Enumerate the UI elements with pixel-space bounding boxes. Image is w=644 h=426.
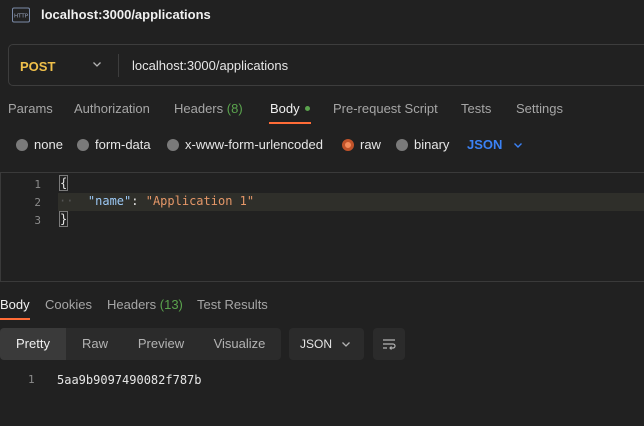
line-number: 2 <box>34 196 41 209</box>
body-indicator-dot <box>304 106 310 112</box>
radio-urlencoded[interactable]: x-www-form-urlencoded <box>167 137 323 152</box>
resp-tab-headers[interactable]: Headers (13) <box>107 297 183 312</box>
body-editor[interactable]: 1 2 3 { ·· "name": "Application 1" } <box>0 172 644 282</box>
json-value: "Application 1" <box>145 194 255 208</box>
radio-raw-label: raw <box>360 137 381 152</box>
json-key: "name" <box>87 194 132 208</box>
wrap-lines-icon <box>383 339 396 350</box>
view-preview-button[interactable]: Preview <box>124 328 198 360</box>
active-tab-underline <box>269 122 311 124</box>
radio-urlencoded-label: x-www-form-urlencoded <box>185 137 323 152</box>
wrap-lines-button[interactable] <box>373 328 405 360</box>
resp-tab-headers-count: (13) <box>159 297 183 312</box>
body-format-select[interactable]: JSON <box>467 137 502 152</box>
http-icon-label: HTTP <box>14 14 29 20</box>
response-line-number: 1 <box>28 373 35 386</box>
radio-binary[interactable]: binary <box>396 137 449 152</box>
radio-none[interactable]: none <box>16 137 63 152</box>
line-number: 3 <box>34 214 41 227</box>
chevron-down-icon <box>342 342 350 347</box>
brace-open: { <box>59 175 69 191</box>
tab-settings[interactable]: Settings <box>516 101 563 116</box>
radio-dot <box>77 138 89 151</box>
tab-pre-request-script[interactable]: Pre-request Script <box>333 101 438 116</box>
tab-headers[interactable]: Headers (8) <box>174 101 243 116</box>
radio-dot <box>16 138 28 151</box>
radio-dot <box>167 138 179 151</box>
window-titlebar: HTTP localhost:3000/applications <box>0 0 644 30</box>
tab-params[interactable]: Params <box>8 101 53 116</box>
url-divider <box>118 54 119 77</box>
tab-headers-label: Headers <box>174 101 224 116</box>
radio-none-label: none <box>34 137 63 152</box>
response-view-toggle: Pretty Raw Preview Visualize <box>0 328 281 360</box>
chevron-down-icon[interactable] <box>91 58 103 70</box>
response-format-label: JSON <box>300 337 333 351</box>
response-value: 5aa9b9097490082f787b <box>57 373 202 387</box>
method-select[interactable]: POST <box>20 59 55 74</box>
radio-binary-label: binary <box>414 137 450 152</box>
view-pretty-button[interactable]: Pretty <box>0 328 66 360</box>
radio-form-data[interactable]: form-data <box>77 137 151 152</box>
resp-tab-body[interactable]: Body <box>0 297 30 312</box>
radio-dot-selected <box>342 138 354 151</box>
http-icon: HTTP <box>12 7 30 23</box>
view-raw-button[interactable]: Raw <box>66 328 124 360</box>
tab-authorization[interactable]: Authorization <box>74 101 150 116</box>
tab-body[interactable]: Body <box>270 101 310 116</box>
url-input[interactable]: localhost:3000/applications <box>132 58 288 73</box>
radio-form-data-label: form-data <box>95 137 151 152</box>
tab-title: localhost:3000/applications <box>41 7 211 22</box>
radio-dot <box>396 138 408 151</box>
code-line-3: } <box>59 211 69 227</box>
response-format-select[interactable]: JSON <box>289 328 364 360</box>
code-line-1: { <box>59 175 69 191</box>
indent-guide: ·· <box>59 194 74 208</box>
line-number: 1 <box>34 178 41 191</box>
resp-tab-test-results[interactable]: Test Results <box>197 297 268 312</box>
resp-tab-cookies[interactable]: Cookies <box>45 297 92 312</box>
active-resp-tab-underline <box>0 318 30 320</box>
chevron-down-icon[interactable] <box>512 139 524 151</box>
tab-headers-count: (8) <box>226 101 243 116</box>
request-url-bar: POST localhost:3000/applications <box>8 44 644 86</box>
tab-body-label: Body <box>270 101 300 116</box>
radio-raw[interactable]: raw <box>342 137 381 152</box>
resp-tab-headers-label: Headers <box>107 297 157 312</box>
view-visualize-button[interactable]: Visualize <box>198 328 281 360</box>
tab-tests[interactable]: Tests <box>461 101 491 116</box>
brace-close: } <box>59 211 69 227</box>
code-line-2: ·· "name": "Application 1" <box>59 194 254 208</box>
json-colon: : <box>131 194 146 208</box>
